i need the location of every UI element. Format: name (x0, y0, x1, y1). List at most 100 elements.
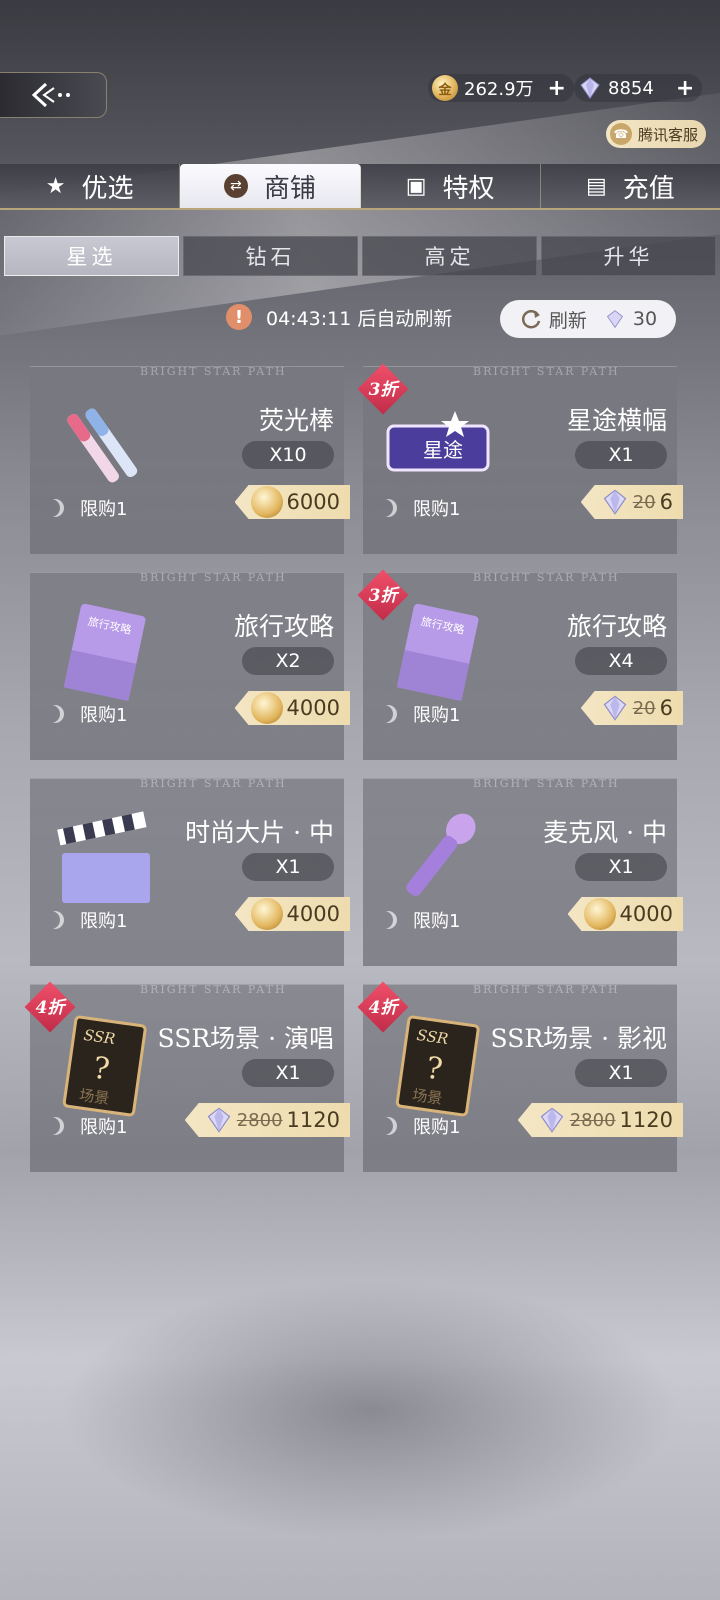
card-watermark: BRIGHT STAR PATH (140, 365, 287, 378)
shop-item-card[interactable]: BRIGHT STAR PATH 时尚大片 · 中 X1 限购1 4000 (30, 777, 350, 966)
item-quantity: X2 (242, 647, 334, 675)
vip-card-icon: ▣ (405, 173, 427, 199)
item-name: 时尚大片 · 中 (185, 818, 334, 847)
item-name: SSR场景 · 影视 (490, 1024, 667, 1053)
back-button[interactable] (0, 72, 107, 118)
refresh-button[interactable]: 刷新 30 (500, 300, 676, 338)
add-diamond-button[interactable]: + (676, 76, 694, 101)
tab-label: 商铺 (263, 173, 316, 204)
purchase-limit: 限购1 (46, 1113, 127, 1139)
buy-price-button[interactable]: 2800 1120 (184, 1103, 350, 1137)
moon-icon (46, 705, 64, 723)
refresh-cost: 30 (632, 308, 658, 330)
main-tabs: ★ 优选 ⇄ 商铺 ▣ 特权 ▤ 充值 (0, 164, 720, 210)
star-icon: ★ (45, 173, 66, 199)
moon-icon (379, 911, 397, 929)
gold-coin-icon (250, 898, 283, 930)
original-price: 20 (632, 491, 656, 513)
gold-coin-icon (583, 898, 616, 930)
item-name: SSR场景 · 演唱 (157, 1024, 334, 1053)
customer-service-button[interactable]: ☎ 腾讯客服 (605, 120, 706, 148)
card-watermark: BRIGHT STAR PATH (140, 571, 287, 584)
back-arrow-icon (31, 82, 70, 108)
customer-service-label: 腾讯客服 (637, 125, 698, 144)
background-shadow (60, 1280, 680, 1540)
purchase-limit: 限购1 (46, 495, 127, 521)
price-value: 6 (659, 490, 673, 514)
discount-badge: 3折 (357, 569, 409, 621)
refresh-timer: 04:43:11 后自动刷新 (266, 307, 453, 330)
tab-featured[interactable]: ★ 优选 (0, 164, 181, 208)
tab-shop[interactable]: ⇄ 商铺 (180, 164, 361, 208)
buy-price-button[interactable]: 4000 (567, 897, 683, 931)
alert-icon: ! (226, 304, 252, 330)
price-value: 4000 (619, 902, 673, 926)
moon-icon (379, 499, 397, 517)
refresh-label: 刷新 (548, 309, 587, 332)
diamond-gem-icon (603, 695, 627, 721)
item-quantity: X1 (242, 853, 334, 881)
item-quantity: X1 (575, 441, 667, 469)
item-quantity: X10 (242, 441, 334, 469)
gold-coin-icon (250, 486, 283, 518)
subtab-diamond[interactable]: 钻石 (183, 236, 358, 276)
buy-price-button[interactable]: 4000 (234, 897, 350, 931)
gold-coin-icon: 金 (432, 75, 458, 101)
subtab-couture[interactable]: 高定 (362, 236, 537, 276)
card-watermark: BRIGHT STAR PATH (140, 777, 287, 790)
price-value: 4000 (286, 696, 340, 720)
shop-item-card[interactable]: BRIGHT STAR PATH 麦克风 · 中 X1 限购1 4000 (363, 777, 683, 966)
item-name: 旅行攻略 (233, 612, 334, 641)
shop-item-card[interactable]: BRIGHT STAR PATH 星途 星途横幅 X1 限购1 20 6 3折 (357, 363, 683, 554)
moon-icon (46, 499, 64, 517)
buy-price-button[interactable]: 2800 1120 (517, 1103, 683, 1137)
item-name: 旅行攻略 (566, 612, 667, 641)
svg-text:星途: 星途 (423, 438, 463, 462)
tab-recharge[interactable]: ▤ 充值 (541, 164, 720, 208)
price-value: 6000 (286, 490, 340, 514)
exchange-icon: ⇄ (223, 174, 248, 198)
tab-label: 优选 (81, 173, 134, 204)
buy-price-button[interactable]: 4000 (234, 691, 350, 725)
subtab-sublimation[interactable]: 升华 (541, 236, 716, 276)
shop-item-card[interactable]: BRIGHT STAR PATH 旅行攻略 旅行攻略 X4 限购1 20 6 3折 (357, 569, 683, 760)
gold-currency: 金 262.9万 + (428, 74, 574, 102)
headset-icon: ☎ (609, 123, 632, 145)
diamond-currency: 8854 + (574, 74, 703, 102)
glow-stick-image (67, 408, 138, 483)
diamond-gem-icon (540, 1107, 564, 1133)
refresh-icon (521, 310, 541, 329)
add-gold-button[interactable]: + (548, 76, 566, 101)
shop-item-card[interactable]: BRIGHT STAR PATH SSR ? 场景 SSR场景 · 影视 X1 … (357, 981, 683, 1172)
card-watermark: BRIGHT STAR PATH (473, 983, 620, 996)
price-value: 1120 (619, 1108, 673, 1132)
purchase-limit: 限购1 (46, 907, 127, 933)
purchase-limit: 限购1 (46, 701, 127, 727)
shop-item-card[interactable]: BRIGHT STAR PATH 旅行攻略 旅行攻略 X2 限购1 4000 (30, 571, 350, 760)
item-name: 荧光棒 (258, 406, 334, 435)
moon-icon (379, 705, 397, 723)
shop-item-card[interactable]: BRIGHT STAR PATH SSR ? 场景 SSR场景 · 演唱 X1 … (24, 981, 350, 1172)
moon-icon (46, 1117, 64, 1135)
buy-price-button[interactable]: 6000 (234, 485, 350, 519)
tab-privilege[interactable]: ▣ 特权 (361, 164, 541, 208)
original-price: 2800 (236, 1109, 283, 1131)
card-watermark: BRIGHT STAR PATH (473, 571, 620, 584)
original-price: 2800 (569, 1109, 616, 1131)
gold-amount: 262.9万 (464, 79, 534, 100)
price-value: 1120 (286, 1108, 340, 1132)
purchase-limit: 限购1 (379, 701, 460, 727)
shop-item-card[interactable]: BRIGHT STAR PATH 荧光棒 X10 限购1 6000 (30, 365, 350, 554)
buy-price-button[interactable]: 20 6 (580, 485, 683, 519)
item-quantity: X1 (242, 1059, 334, 1087)
tab-label: 充值 (622, 173, 675, 204)
diamond-gem-icon (207, 1107, 231, 1133)
clapperboard-image (57, 811, 150, 903)
price-value: 6 (659, 696, 673, 720)
buy-price-button[interactable]: 20 6 (580, 691, 683, 725)
auto-refresh-info: ! 04:43:11 后自动刷新 (226, 298, 452, 336)
subtab-star-select[interactable]: 星选 (4, 236, 179, 276)
purchase-limit: 限购1 (379, 1113, 460, 1139)
original-price: 20 (632, 697, 656, 719)
diamond-amount: 8854 (608, 77, 654, 99)
